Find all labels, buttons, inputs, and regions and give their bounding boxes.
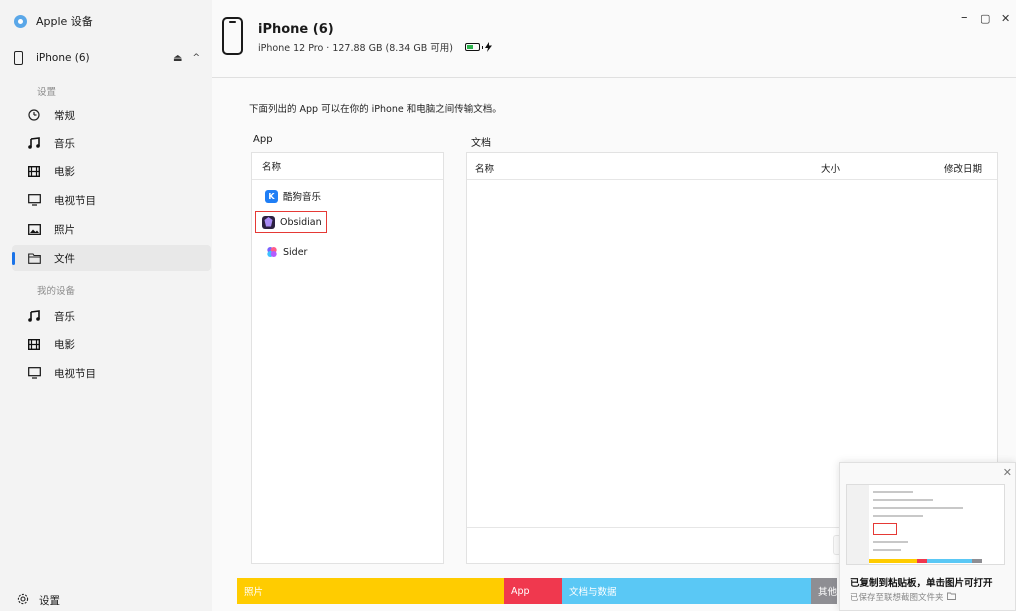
battery-icon	[464, 42, 493, 52]
chevron-up-icon[interactable]: ^	[192, 53, 200, 63]
film-icon	[27, 164, 41, 178]
device-subtitle: iPhone 12 Pro · 127.88 GB (8.34 GB 可用)	[258, 40, 493, 54]
sidebar-item-tv[interactable]: 电视节目	[12, 187, 211, 213]
sidebar-item-label: 音乐	[54, 310, 75, 323]
app-name: Sider	[283, 246, 308, 258]
app-row-kugou[interactable]: K 酷狗音乐	[262, 185, 324, 207]
sidebar-item-files[interactable]: 文件	[12, 245, 211, 271]
sidebar-item-device-movies[interactable]: 电影	[12, 331, 211, 357]
sidebar-item-label: 电影	[54, 165, 75, 178]
music-icon	[27, 309, 41, 323]
doc-column-name[interactable]: 名称	[475, 161, 494, 175]
section-my-device-header: 我的设备	[37, 286, 76, 297]
app-title: Apple 设备	[36, 15, 93, 28]
storage-segment-photos: 照片	[237, 578, 504, 604]
sider-icon	[265, 246, 278, 259]
device-selector[interactable]: iPhone (6) ⏏ ^	[14, 49, 204, 67]
storage-segment-apps: App	[504, 578, 562, 604]
sidebar-item-label: 音乐	[54, 137, 75, 150]
iphone-icon	[222, 17, 243, 55]
documents-section-label: 文档	[471, 138, 491, 149]
doc-column-modified[interactable]: 修改日期	[944, 161, 982, 175]
device-storage-info: iPhone 12 Pro · 127.88 GB (8.34 GB 可用)	[258, 43, 453, 54]
minimize-button[interactable]: –	[961, 10, 968, 25]
toast-subtitle[interactable]: 已保存至联想截图文件夹	[850, 591, 956, 603]
sidebar-item-label: 电影	[54, 338, 75, 351]
app-section-label: App	[253, 134, 273, 145]
settings-label: 设置	[39, 595, 60, 607]
sidebar-item-music[interactable]: 音乐	[12, 130, 211, 156]
sidebar-item-label: 文件	[54, 252, 75, 265]
device-header: iPhone (6) iPhone 12 Pro · 127.88 GB (8.…	[212, 0, 1016, 78]
section-settings-header: 设置	[37, 87, 57, 98]
sidebar-item-label: 常规	[54, 109, 75, 122]
active-indicator	[12, 252, 15, 265]
screenshot-thumbnail[interactable]	[846, 484, 1005, 565]
film-icon	[27, 337, 41, 351]
settings-button[interactable]: 设置	[17, 593, 60, 608]
kugou-icon: K	[265, 189, 278, 203]
screenshot-toast[interactable]: ✕ 已复制到粘贴板，单击图片可打开 已保存至联想截图文件夹	[839, 462, 1016, 611]
general-icon	[27, 108, 41, 122]
sidebar-item-device-music[interactable]: 音乐	[12, 303, 211, 329]
phone-icon	[14, 51, 23, 65]
toast-title: 已复制到粘贴板，单击图片可打开	[850, 578, 993, 589]
documents-header-row: 名称 大小 修改日期	[467, 153, 997, 180]
device-name: iPhone (6)	[36, 52, 90, 64]
sidebar-item-photos[interactable]: 照片	[12, 216, 211, 242]
sidebar-item-label: 电视节目	[54, 194, 96, 207]
column-header-label: 名称	[262, 162, 282, 173]
tv-icon	[27, 366, 41, 380]
folder-icon	[946, 592, 956, 603]
sidebar-item-device-tv[interactable]: 电视节目	[12, 360, 211, 386]
close-button[interactable]: ✕	[1001, 12, 1010, 25]
tv-icon	[27, 193, 41, 207]
device-title: iPhone (6)	[258, 22, 334, 37]
photo-icon	[27, 222, 41, 236]
apple-devices-icon	[14, 14, 27, 28]
app-name: 酷狗音乐	[283, 192, 322, 203]
app-row-sider[interactable]: Sider	[262, 241, 310, 263]
sidebar-item-general[interactable]: 常规	[12, 102, 211, 128]
app-list: 名称 K 酷狗音乐 Obsidian Sider	[251, 152, 444, 564]
sidebar-item-label: 电视节目	[54, 367, 96, 380]
sidebar-item-movies[interactable]: 电影	[12, 158, 211, 184]
sidebar-item-label: 照片	[54, 223, 75, 236]
close-icon[interactable]: ✕	[1003, 466, 1012, 479]
storage-segment-other: 其他	[811, 578, 837, 604]
app-row-obsidian[interactable]: Obsidian	[255, 211, 327, 233]
maximize-button[interactable]: ▢	[980, 12, 990, 25]
doc-column-size[interactable]: 大小	[821, 161, 840, 175]
sidebar: Apple 设备 iPhone (6) ⏏ ^ 设置 常规 音乐 电影 电视节目	[0, 0, 212, 611]
gear-icon	[17, 593, 29, 608]
storage-bar: 照片 App 文档与数据 其他	[237, 578, 837, 604]
storage-segment-documents: 文档与数据	[562, 578, 811, 604]
music-icon	[27, 136, 41, 150]
app-name: Obsidian	[280, 216, 322, 228]
intro-text: 下面列出的 App 可以在你的 iPhone 和电脑之间传输文档。	[249, 104, 502, 115]
app-header: Apple 设备	[14, 13, 93, 29]
eject-icon[interactable]: ⏏	[173, 53, 182, 64]
folder-icon	[27, 251, 41, 265]
toast-subtitle-text: 已保存至联想截图文件夹	[850, 593, 944, 603]
obsidian-icon	[262, 215, 275, 229]
app-column-name[interactable]: 名称	[252, 153, 443, 180]
